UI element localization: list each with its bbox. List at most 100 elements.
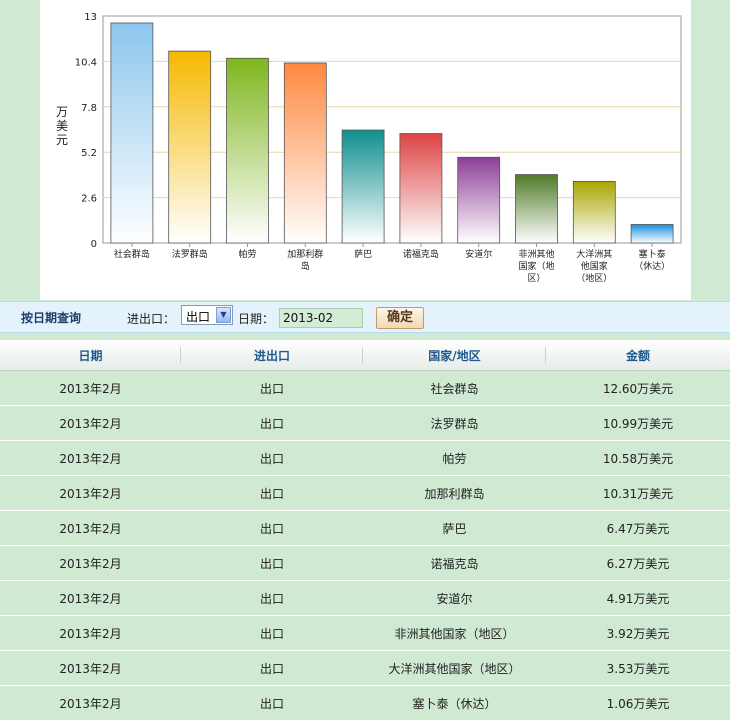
table-row: 2013年2月 出口 帕劳 10.58万美元 bbox=[0, 440, 730, 476]
cell-direction: 出口 bbox=[181, 510, 363, 546]
x-tick-label: 萨巴 bbox=[354, 249, 372, 260]
y-axis-label: 美 bbox=[56, 119, 68, 133]
query-bar: 按日期查询 进出口： 出口 ▼ 日期： 2013-02 确定 bbox=[0, 301, 730, 333]
cell-country: 萨巴 bbox=[363, 510, 546, 546]
direction-label: 进出口： bbox=[127, 312, 176, 326]
table-row: 2013年2月 出口 社会群岛 12.60万美元 bbox=[0, 370, 730, 406]
x-tick-label: 诺福克岛 bbox=[403, 248, 439, 260]
data-table: 日期 进出口 国家/地区 金额 2013年2月 出口 社会群岛 12.60万美元 201… bbox=[0, 340, 730, 721]
cell-country: 社会群岛 bbox=[363, 370, 546, 406]
table-row: 2013年2月 出口 加那利群岛 10.31万美元 bbox=[0, 475, 730, 511]
confirm-button[interactable]: 确定 bbox=[376, 307, 424, 329]
cell-country: 大洋洲其他国家（地区） bbox=[363, 650, 546, 686]
table-row: 2013年2月 出口 萨巴 6.47万美元 bbox=[0, 510, 730, 546]
x-tick-label: （地区） bbox=[576, 272, 612, 284]
x-tick-label: 区） bbox=[527, 273, 545, 284]
x-tick-label: 法罗群岛 bbox=[172, 248, 208, 260]
date-label: 日期： bbox=[238, 312, 275, 326]
table-row: 2013年2月 出口 大洋洲其他国家（地区） 3.53万美元 bbox=[0, 650, 730, 686]
cell-date: 2013年2月 bbox=[0, 370, 181, 406]
cell-country: 诺福克岛 bbox=[363, 545, 546, 581]
x-tick-label: 他国家 bbox=[581, 260, 608, 272]
cell-amount: 3.53万美元 bbox=[546, 650, 730, 686]
column-header-amount: 金额 bbox=[546, 340, 730, 371]
cell-country: 塞卜泰（休达） bbox=[363, 685, 546, 721]
bar bbox=[341, 129, 385, 244]
y-tick-label: 13 bbox=[84, 12, 97, 23]
cell-amount: 10.31万美元 bbox=[546, 475, 730, 511]
date-input-value: 2013-02 bbox=[283, 311, 334, 325]
x-tick-label: 国家（地 bbox=[518, 260, 554, 272]
table-row: 2013年2月 出口 非洲其他国家（地区） 3.92万美元 bbox=[0, 615, 730, 651]
direction-select[interactable]: 出口 ▼ bbox=[181, 305, 233, 325]
chevron-down-icon[interactable]: ▼ bbox=[216, 307, 231, 323]
y-tick-label: 5.2 bbox=[81, 148, 97, 159]
table-row: 2013年2月 出口 塞卜泰（休达） 1.06万美元 bbox=[0, 685, 730, 721]
query-title: 按日期查询 bbox=[21, 311, 82, 325]
y-tick-label: 0 bbox=[91, 239, 97, 250]
table-row: 2013年2月 出口 法罗群岛 10.99万美元 bbox=[0, 405, 730, 441]
x-tick-label: 社会群岛 bbox=[114, 248, 150, 260]
cell-direction: 出口 bbox=[181, 440, 363, 476]
x-tick-label: 帕劳 bbox=[238, 248, 256, 260]
date-input[interactable]: 2013-02 bbox=[279, 308, 363, 328]
bar bbox=[630, 224, 674, 244]
cell-amount: 3.92万美元 bbox=[546, 615, 730, 651]
column-header-country: 国家/地区 bbox=[363, 340, 546, 371]
x-tick-label: 大洋洲其 bbox=[576, 248, 612, 260]
cell-date: 2013年2月 bbox=[0, 510, 181, 546]
cell-direction: 出口 bbox=[181, 650, 363, 686]
cell-country: 非洲其他国家（地区） bbox=[363, 615, 546, 651]
cell-amount: 4.91万美元 bbox=[546, 580, 730, 616]
cell-amount: 6.27万美元 bbox=[546, 545, 730, 581]
cell-amount: 12.60万美元 bbox=[546, 370, 730, 406]
y-axis-label: 万 bbox=[56, 105, 68, 119]
bar bbox=[572, 180, 616, 244]
y-tick-label: 2.6 bbox=[81, 194, 97, 205]
column-header-date: 日期 bbox=[0, 340, 181, 371]
cell-country: 加那利群岛 bbox=[363, 475, 546, 511]
bar bbox=[399, 133, 443, 244]
cell-date: 2013年2月 bbox=[0, 615, 181, 651]
bar bbox=[283, 62, 327, 244]
cell-direction: 出口 bbox=[181, 580, 363, 616]
bar bbox=[457, 156, 501, 244]
x-tick-label: 加那利群 bbox=[287, 248, 323, 260]
cell-date: 2013年2月 bbox=[0, 440, 181, 476]
x-tick-label: 塞卜泰 bbox=[639, 248, 666, 260]
cell-direction: 出口 bbox=[181, 475, 363, 511]
table-body: 2013年2月 出口 社会群岛 12.60万美元 2013年2月 出口 法罗群岛 10.99万… bbox=[0, 370, 730, 721]
cell-direction: 出口 bbox=[181, 685, 363, 721]
cell-direction: 出口 bbox=[181, 615, 363, 651]
cell-amount: 6.47万美元 bbox=[546, 510, 730, 546]
cell-date: 2013年2月 bbox=[0, 405, 181, 441]
cell-date: 2013年2月 bbox=[0, 475, 181, 511]
bar-chart: 0 2.6 5.2 7.8 10.4 13 万美元社会群岛 法罗群岛 帕劳 加那利群岛 萨巴 诺福克岛… bbox=[56, 12, 682, 284]
x-tick-label: 岛 bbox=[301, 260, 310, 272]
bar bbox=[226, 57, 269, 244]
cell-date: 2013年2月 bbox=[0, 650, 181, 686]
cell-direction: 出口 bbox=[181, 545, 363, 581]
cell-direction: 出口 bbox=[181, 370, 363, 406]
y-tick-label: 10.4 bbox=[75, 57, 97, 68]
cell-country: 帕劳 bbox=[363, 440, 546, 476]
cell-date: 2013年2月 bbox=[0, 685, 181, 721]
bar bbox=[168, 50, 212, 244]
y-tick-label: 7.8 bbox=[81, 103, 97, 114]
column-header-direction: 进出口 bbox=[181, 340, 363, 371]
cell-country: 法罗群岛 bbox=[363, 405, 546, 441]
table-row: 2013年2月 出口 安道尔 4.91万美元 bbox=[0, 580, 730, 616]
direction-select-value: 出口 bbox=[186, 310, 211, 324]
x-tick-label: （休达） bbox=[634, 260, 670, 272]
chart-panel: 0 2.6 5.2 7.8 10.4 13 万美元社会群岛 法罗群岛 帕劳 加那利群岛 萨巴 诺福克岛… bbox=[40, 0, 691, 300]
x-tick-label: 安道尔 bbox=[465, 248, 492, 260]
cell-date: 2013年2月 bbox=[0, 545, 181, 581]
table-header-row: 日期 进出口 国家/地区 金额 bbox=[0, 340, 730, 371]
table-row: 2013年2月 出口 诺福克岛 6.27万美元 bbox=[0, 545, 730, 581]
x-tick-label: 非洲其他 bbox=[518, 248, 554, 260]
cell-date: 2013年2月 bbox=[0, 580, 181, 616]
cell-country: 安道尔 bbox=[363, 580, 546, 616]
y-axis-label: 元 bbox=[56, 133, 68, 147]
bar bbox=[515, 174, 558, 244]
cell-amount: 10.99万美元 bbox=[546, 405, 730, 441]
